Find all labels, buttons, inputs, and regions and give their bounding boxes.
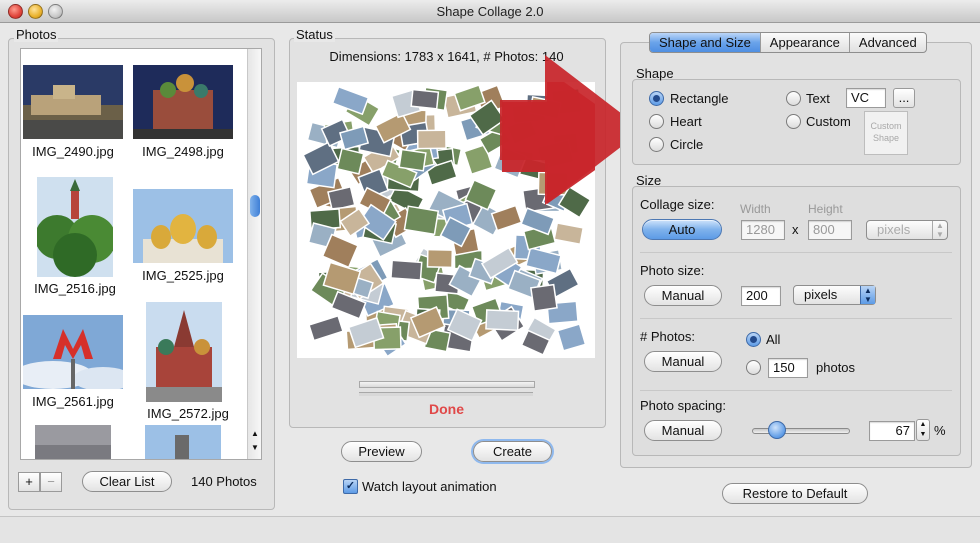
shape-text-input[interactable]: VC xyxy=(846,88,886,108)
collage-unit-value: pixels xyxy=(877,222,911,237)
photo-caption: IMG_2498.jpg xyxy=(142,144,224,159)
photo-caption: IMG_2561.jpg xyxy=(32,394,114,409)
shape-circle-label: Circle xyxy=(670,137,704,152)
spacing-value-input[interactable]: 67 xyxy=(869,421,915,441)
num-photos-label: # Photos: xyxy=(640,329,695,344)
shape-rectangle-radio[interactable] xyxy=(649,91,664,106)
custom-shape-button[interactable]: Custom Shape xyxy=(864,111,908,155)
shape-rectangle-label: Rectangle xyxy=(670,91,729,106)
height-label: Height xyxy=(808,202,843,216)
photo-list-scrollbar[interactable]: ▲ ▼ xyxy=(247,49,261,459)
photos-count-input[interactable]: 150 xyxy=(768,358,808,378)
progress-bar-2 xyxy=(359,392,533,396)
add-photo-button[interactable]: + xyxy=(18,472,40,492)
shape-text-label: Text xyxy=(806,91,830,106)
collage-tile xyxy=(390,259,423,281)
count-photos-radio[interactable] xyxy=(746,360,761,375)
scroll-down-icon[interactable]: ▼ xyxy=(250,443,260,452)
photo-count: 140 Photos xyxy=(191,474,257,489)
spacing-stepper[interactable]: ▲ ▼ xyxy=(916,419,930,441)
photo-thumb-partial[interactable] xyxy=(145,425,221,460)
photo-thumb-img-2525[interactable] xyxy=(133,189,233,263)
collage-tile xyxy=(403,205,440,236)
spacing-slider-track[interactable] xyxy=(752,428,850,434)
photo-caption: IMG_2525.jpg xyxy=(142,268,224,283)
shape-heart-label: Heart xyxy=(670,114,702,129)
tab-shape-and-size[interactable]: Shape and Size xyxy=(650,33,761,52)
status-legend: Status xyxy=(294,27,335,42)
collage-tile xyxy=(336,147,365,175)
settings-tabs: Shape and Size Appearance Advanced xyxy=(649,32,927,53)
photo-thumb-img-2572[interactable] xyxy=(146,302,222,402)
create-button[interactable]: Create xyxy=(473,441,552,462)
collage-tile xyxy=(398,148,427,172)
tab-appearance[interactable]: Appearance xyxy=(761,33,850,52)
spacing-slider-knob[interactable] xyxy=(768,421,786,439)
custom-shape-line1: Custom xyxy=(870,121,902,131)
collage-auto-button[interactable]: Auto xyxy=(642,219,722,240)
shape-custom-label: Custom xyxy=(806,114,851,129)
collage-tile xyxy=(410,88,440,110)
clear-list-button[interactable]: Clear List xyxy=(82,471,172,492)
collage-width-input[interactable]: 1280 xyxy=(741,220,785,240)
collage-height-input[interactable]: 800 xyxy=(808,220,852,240)
remove-photo-button[interactable]: − xyxy=(40,472,62,492)
divider xyxy=(640,252,952,253)
photos-unit-label: photos xyxy=(816,360,856,375)
photo-unit-select[interactable]: pixels ▲ ▼ xyxy=(793,285,876,305)
collage-tile xyxy=(426,248,454,269)
all-photos-label: All xyxy=(766,332,781,347)
window-title: Shape Collage 2.0 xyxy=(436,4,544,19)
collage-tile xyxy=(485,309,520,332)
collage-tile xyxy=(530,283,558,312)
photo-spacing-label: Photo spacing: xyxy=(640,398,727,413)
all-photos-radio[interactable] xyxy=(746,332,761,347)
photo-size-label: Photo size: xyxy=(640,263,705,278)
width-label: Width xyxy=(740,202,771,216)
divider xyxy=(640,318,952,319)
photo-thumb-partial[interactable] xyxy=(35,425,111,460)
photos-legend: Photos xyxy=(14,27,59,42)
collage-unit-select[interactable]: pixels ▲ ▼ xyxy=(866,220,948,240)
restore-default-button[interactable]: Restore to Default xyxy=(722,483,868,504)
num-photos-manual-button[interactable]: Manual xyxy=(644,351,722,372)
shape-heart-radio[interactable] xyxy=(649,114,664,129)
spacing-manual-button[interactable]: Manual xyxy=(644,420,722,441)
photo-unit-value: pixels xyxy=(804,287,838,302)
watch-layout-checkbox[interactable]: ✓ xyxy=(343,479,358,494)
photo-thumb-img-2561[interactable] xyxy=(23,315,123,389)
scrollbar-thumb[interactable] xyxy=(250,195,260,217)
progress-bar xyxy=(359,381,535,388)
collage-tile xyxy=(416,129,447,150)
shape-custom-radio[interactable] xyxy=(786,114,801,129)
photo-thumb-img-2498[interactable] xyxy=(133,65,233,139)
tab-advanced[interactable]: Advanced xyxy=(850,33,926,52)
title-bar: Shape Collage 2.0 xyxy=(0,0,980,23)
percent-label: % xyxy=(934,423,946,438)
font-picker-button[interactable]: ... xyxy=(893,88,915,108)
photo-caption: IMG_2516.jpg xyxy=(34,281,116,296)
photo-caption: IMG_2572.jpg xyxy=(147,406,229,421)
watch-layout-label: Watch layout animation xyxy=(362,479,497,494)
size-legend: Size xyxy=(636,173,662,188)
select-arrows-icon: ▲ ▼ xyxy=(860,286,875,304)
custom-shape-line2: Shape xyxy=(872,133,900,143)
collage-size-label: Collage size: xyxy=(640,197,715,212)
shape-circle-radio[interactable] xyxy=(649,137,664,152)
photo-caption: IMG_2490.jpg xyxy=(32,144,114,159)
divider xyxy=(640,390,952,391)
photo-list[interactable]: IMG_2490.jpg IMG_2498.jpg IMG_2516.jpg I… xyxy=(20,48,262,460)
times-label: x xyxy=(792,222,799,237)
scroll-up-icon[interactable]: ▲ xyxy=(250,429,260,438)
bottom-bar xyxy=(0,516,980,543)
shape-text-radio[interactable] xyxy=(786,91,801,106)
shape-legend: Shape xyxy=(636,66,674,81)
done-status: Done xyxy=(429,401,464,417)
photo-thumb-img-2516[interactable] xyxy=(37,177,113,277)
select-arrows-icon: ▲ ▼ xyxy=(932,221,947,239)
photo-size-input[interactable]: 200 xyxy=(741,286,781,306)
photo-size-manual-button[interactable]: Manual xyxy=(644,285,722,306)
photo-thumb-img-2490[interactable] xyxy=(23,65,123,139)
preview-button[interactable]: Preview xyxy=(341,441,422,462)
